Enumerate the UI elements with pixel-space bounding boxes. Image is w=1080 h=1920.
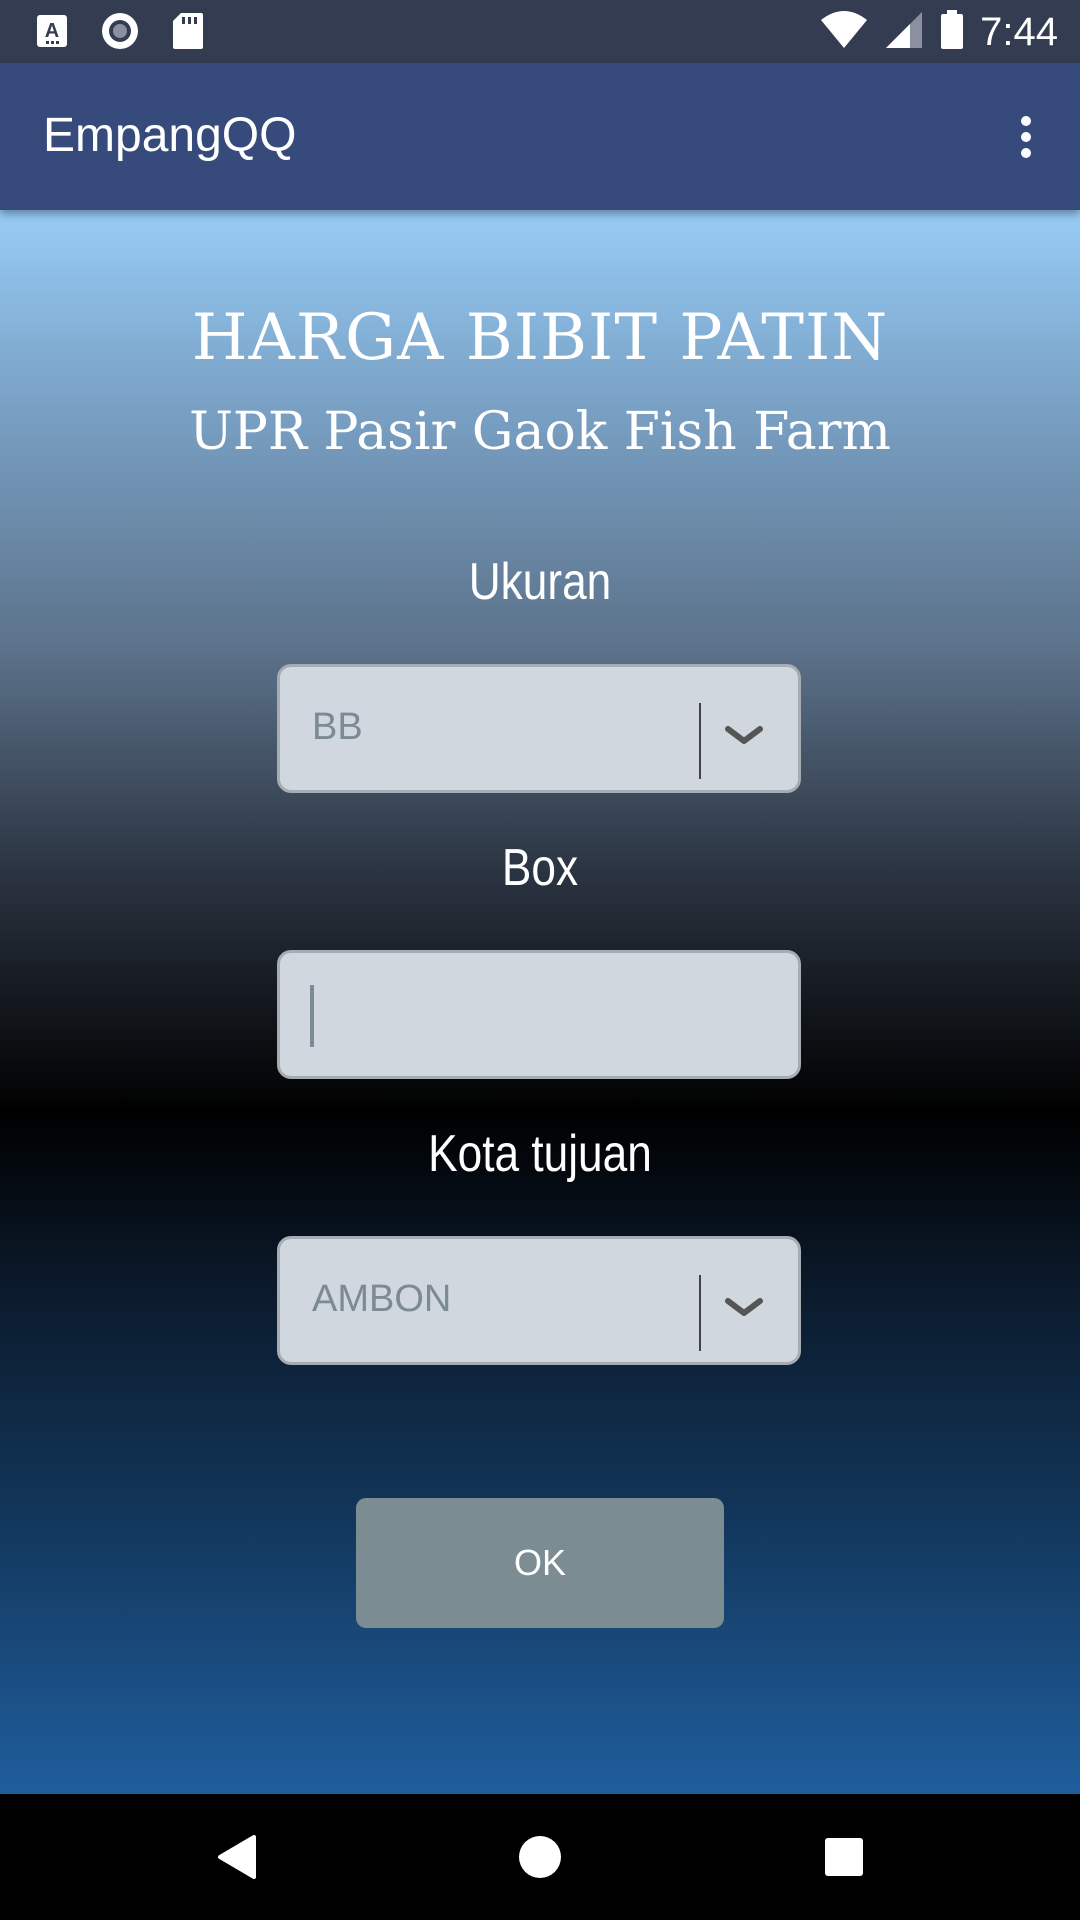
text-cursor [310, 985, 314, 1047]
size-label: Ukuran [468, 553, 612, 611]
battery-icon [940, 10, 964, 54]
page-subtitle: UPR Pasir Gaok Fish Farm [189, 402, 891, 462]
cell-signal-icon [884, 10, 924, 54]
sd-card-icon [168, 11, 208, 51]
home-icon[interactable] [510, 1827, 570, 1887]
chevron-down-icon [724, 725, 764, 749]
navigation-bar [0, 1794, 1080, 1920]
status-system: 7:44 [820, 6, 1058, 58]
city-dropdown-value: AMBON [312, 1278, 452, 1320]
city-dropdown[interactable]: AMBON [277, 1236, 801, 1365]
city-label: Kota tujuan [428, 1125, 652, 1183]
svg-text:A: A [45, 20, 59, 42]
back-icon[interactable] [206, 1827, 266, 1887]
more-vert-icon[interactable] [994, 105, 1058, 169]
box-label: Box [501, 839, 579, 897]
status-notifications: A [32, 11, 208, 51]
app-title: EmpangQQ [43, 109, 297, 162]
recents-icon[interactable] [814, 1827, 874, 1887]
size-dropdown[interactable]: BB [277, 664, 801, 793]
page-title: HARGA BIBIT PATIN [191, 301, 889, 375]
record-icon [100, 11, 140, 51]
screen: A 7:44 EmpangQQ HARGA BIBIT PATIN UPR Pa… [0, 0, 1080, 1920]
ok-button[interactable]: OK [356, 1498, 724, 1628]
chevron-down-icon [724, 1297, 764, 1321]
text-a-icon: A [32, 11, 72, 51]
form-content: HARGA BIBIT PATIN UPR Pasir Gaok Fish Fa… [0, 210, 1080, 1794]
box-input[interactable] [277, 950, 801, 1079]
app-bar: EmpangQQ [0, 63, 1080, 210]
size-dropdown-value: BB [312, 706, 363, 748]
dropdown-divider [699, 703, 701, 779]
status-bar: A 7:44 [0, 0, 1080, 63]
clock: 7:44 [980, 10, 1058, 54]
wifi-icon [820, 10, 868, 54]
dropdown-divider [699, 1275, 701, 1351]
